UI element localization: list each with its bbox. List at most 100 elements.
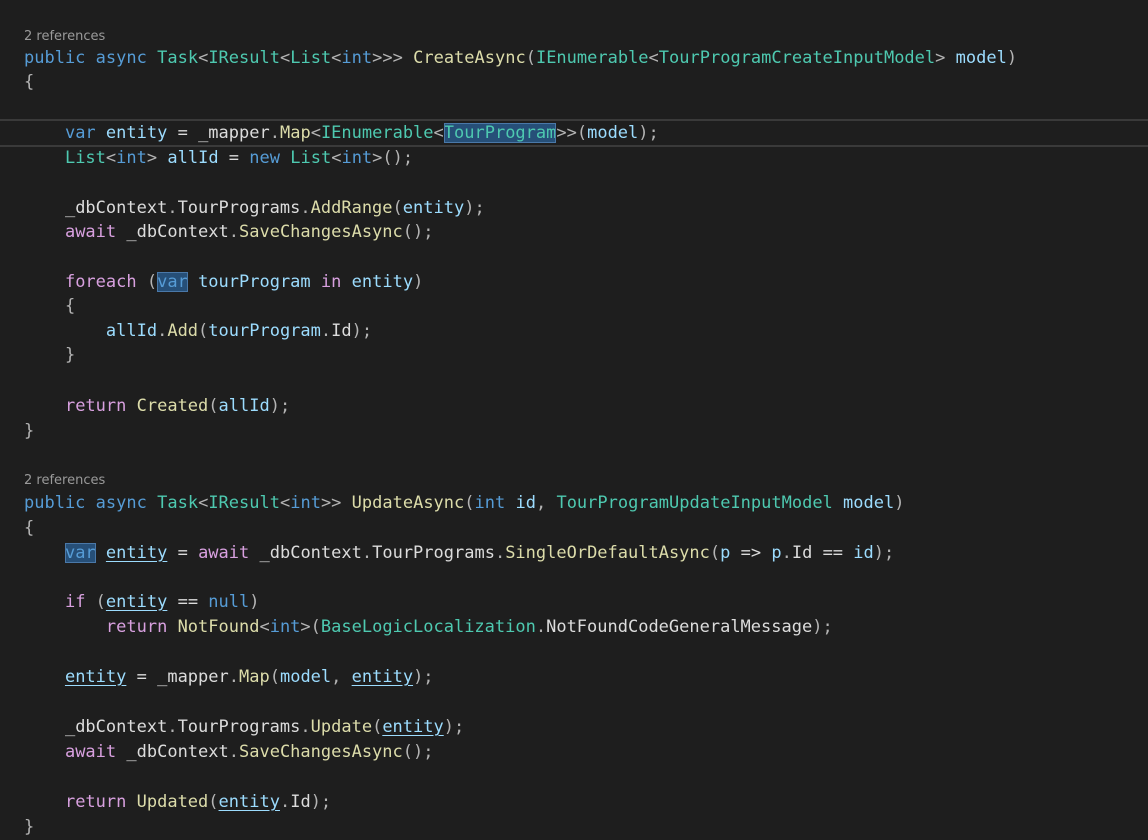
code-token: < (331, 48, 342, 68)
code-token: await (64, 742, 117, 762)
code-token: foreach (64, 272, 137, 292)
code-line[interactable]: public async Task<IResult<int>> UpdateAs… (24, 491, 904, 515)
code-token: >(); (372, 148, 414, 168)
code-line[interactable]: await _dbContext.SaveChangesAsync(); (24, 220, 434, 244)
code-line[interactable]: { (24, 70, 34, 94)
code-token: int (269, 617, 301, 637)
code-token: ( (208, 396, 219, 416)
codelens-references-link[interactable]: 2 references (24, 28, 105, 46)
code-token: < (648, 48, 659, 68)
code-line[interactable]: entity = _mapper.Map(model, entity); (24, 665, 434, 689)
code-token: new (249, 148, 280, 168)
code-token: >>( (556, 123, 588, 143)
code-token: ( (709, 543, 721, 563)
code-token: List (64, 148, 106, 168)
code-token: . (300, 717, 311, 737)
code-token: } (24, 817, 35, 837)
code-token: Id (791, 543, 813, 563)
code-token: >> (320, 493, 342, 513)
code-token: . (269, 123, 280, 143)
code-token: model (279, 667, 332, 687)
code-token: ) (413, 272, 424, 292)
code-token: >>> (372, 48, 403, 68)
codelens-references-link[interactable]: 2 references (24, 472, 105, 490)
code-token: return (64, 396, 127, 416)
code-line[interactable]: var entity = await _dbContext.TourProgra… (24, 541, 894, 565)
code-token: { (24, 72, 35, 92)
code-token: IResult (208, 48, 280, 68)
code-token: } (24, 421, 35, 441)
code-token: int (116, 148, 147, 168)
code-line[interactable]: await _dbContext.SaveChangesAsync(); (24, 740, 434, 764)
code-token: ( (198, 321, 209, 341)
code-token: ); (638, 123, 659, 143)
code-token: = (167, 123, 199, 143)
code-token: } (64, 345, 76, 365)
code-token: < (433, 123, 444, 143)
code-token: entity (351, 272, 414, 292)
code-token: == (167, 592, 209, 612)
code-token: . (781, 543, 792, 563)
code-line[interactable]: allId.Add(tourProgram.Id); (24, 319, 372, 343)
code-token: . (300, 198, 311, 218)
code-editor[interactable]: 2 references public async Task<IResult<Li… (0, 0, 1148, 840)
code-line[interactable]: _dbContext.TourPrograms.Update(entity); (24, 715, 464, 739)
code-line[interactable]: return Updated(entity.Id); (24, 790, 331, 814)
code-token: ); (310, 792, 332, 812)
code-token: Id (331, 321, 352, 341)
code-token: Task (157, 48, 199, 68)
code-token: model (843, 493, 895, 513)
code-token: = (167, 543, 199, 563)
code-token: TourPrograms (177, 717, 301, 737)
code-token: ); (812, 617, 833, 637)
code-token: . (279, 792, 291, 812)
code-token: CreateAsync (413, 48, 526, 68)
code-token: await (64, 222, 117, 242)
code-line[interactable]: _dbContext.TourPrograms.AddRange(entity)… (24, 196, 485, 220)
code-line[interactable]: } (24, 419, 34, 443)
code-line[interactable]: if (entity == null) (24, 590, 260, 614)
code-token: _mapper (198, 123, 270, 143)
code-line[interactable]: { (24, 294, 75, 318)
code-token: Task (157, 493, 199, 513)
code-token: _dbContext (259, 543, 362, 563)
code-token: . (157, 321, 168, 341)
code-token: >( (300, 617, 321, 637)
code-token: id (853, 543, 874, 563)
code-token: IEnumerable (535, 48, 649, 68)
code-token: entity (105, 543, 168, 563)
code-token: UpdateAsync (351, 493, 465, 513)
code-token: entity (218, 792, 280, 812)
code-line[interactable]: } (24, 343, 75, 367)
code-token: ); (269, 396, 291, 416)
code-token: entity (105, 123, 168, 143)
code-line[interactable]: foreach (var tourProgram in entity) (24, 270, 423, 294)
code-line[interactable]: } (24, 815, 34, 839)
code-token: int (341, 48, 373, 68)
code-line[interactable]: return NotFound<int>(BaseLogicLocalizati… (24, 615, 833, 639)
code-token: entity (64, 667, 127, 687)
code-token: < (198, 493, 209, 513)
code-token: return (64, 792, 127, 812)
current-code-line[interactable]: var entity = _mapper.Map<IEnumerable<Tou… (0, 119, 1148, 147)
code-token: > (146, 148, 158, 168)
code-token: async (95, 493, 147, 513)
code-line[interactable]: { (24, 516, 34, 540)
code-line[interactable]: public async Task<IResult<List<int>>> Cr… (24, 46, 1017, 70)
code-token: allId (167, 148, 219, 168)
code-line[interactable]: return Created(allId); (24, 394, 290, 418)
code-token: TourPrograms (372, 543, 495, 563)
code-token: SaveChangesAsync (239, 742, 403, 762)
code-token: ); (464, 198, 485, 218)
code-line[interactable]: List<int> allId = new List<int>(); (24, 146, 413, 170)
